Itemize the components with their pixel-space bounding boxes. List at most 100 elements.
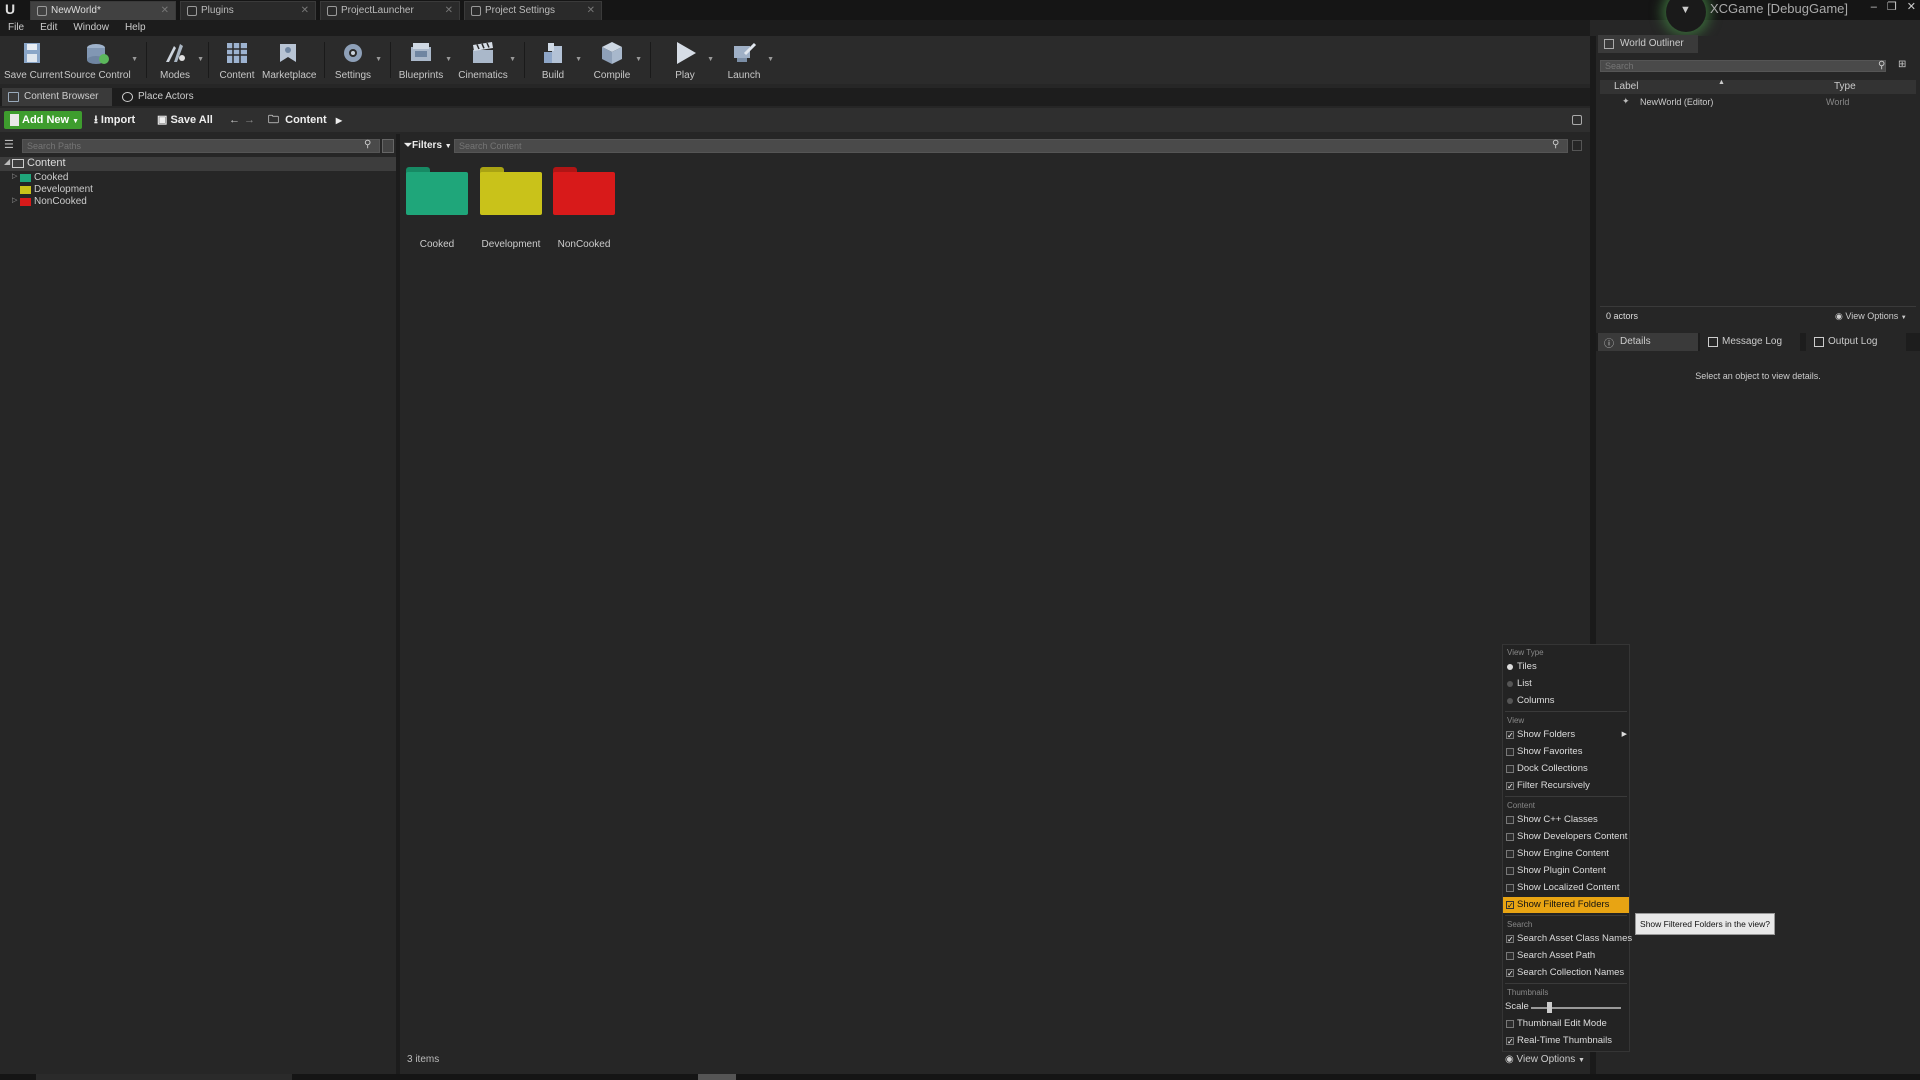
- chevron-down-icon[interactable]: ▼: [375, 56, 382, 63]
- source-control-button[interactable]: Source Control ▼: [64, 36, 138, 84]
- column-type[interactable]: Type: [1834, 81, 1856, 92]
- outliner-view-options-button[interactable]: ◉ View Options ▼: [1835, 311, 1907, 322]
- menu-item-show-localized-content[interactable]: Show Localized Content: [1503, 880, 1629, 896]
- menu-item-show-folders[interactable]: ✓ Show Folders ▶: [1503, 727, 1629, 743]
- collapse-arrow-icon[interactable]: ◢: [4, 157, 10, 166]
- tab-plugins[interactable]: Plugins ✕: [180, 1, 316, 20]
- scale-slider-handle[interactable]: [1547, 1002, 1552, 1013]
- minimize-icon[interactable]: –: [1871, 0, 1877, 14]
- content-icon: [227, 43, 247, 63]
- menu-item-show-engine-content[interactable]: Show Engine Content: [1503, 846, 1629, 862]
- chevron-down-icon[interactable]: ▼: [575, 56, 582, 63]
- tree-item-cooked[interactable]: ▷ Cooked: [0, 172, 396, 184]
- menu-item-tiles[interactable]: Tiles: [1503, 659, 1629, 675]
- menu-item-columns[interactable]: Columns: [1503, 693, 1629, 709]
- save-all-button[interactable]: ▣ Save All: [157, 111, 213, 129]
- source-control-status-icon[interactable]: ▼: [1666, 0, 1706, 32]
- content-button[interactable]: Content: [216, 36, 258, 84]
- scroll-handle[interactable]: [698, 1074, 736, 1080]
- sort-up-icon[interactable]: ▲: [1718, 79, 1725, 86]
- save-search-icon[interactable]: [1572, 140, 1582, 151]
- menu-item-dock-collections[interactable]: Dock Collections: [1503, 761, 1629, 777]
- tab-newworld[interactable]: NewWorld* ✕: [30, 1, 176, 20]
- expand-arrow-icon[interactable]: ▷: [12, 196, 17, 204]
- search-paths-input[interactable]: [22, 139, 380, 153]
- tab-world-outliner[interactable]: World Outliner: [1598, 35, 1698, 53]
- chevron-right-icon[interactable]: ▶: [336, 116, 342, 125]
- settings-button[interactable]: Settings ▼: [332, 36, 382, 84]
- chevron-down-icon[interactable]: ▼: [767, 56, 774, 63]
- build-button[interactable]: Build ▼: [532, 36, 582, 84]
- tab-details[interactable]: ⓘ Details: [1598, 333, 1698, 351]
- tab-message-log[interactable]: Message Log: [1700, 333, 1800, 351]
- chevron-down-icon[interactable]: ▼: [131, 56, 138, 63]
- tree-item-noncooked[interactable]: ▷ NonCooked: [0, 196, 396, 208]
- menu-item-show-plugin-content[interactable]: Show Plugin Content: [1503, 863, 1629, 879]
- chevron-down-icon[interactable]: ▼: [707, 56, 714, 63]
- menu-file[interactable]: File: [0, 20, 32, 36]
- chevron-down-icon[interactable]: ▼: [197, 56, 204, 63]
- menu-window[interactable]: Window: [65, 20, 117, 36]
- chevron-down-icon: ▼: [1900, 315, 1907, 321]
- unreal-logo-icon[interactable]: U: [2, 1, 18, 17]
- close-icon[interactable]: ✕: [445, 2, 453, 20]
- menu-item-thumbnail-edit-mode[interactable]: Thumbnail Edit Mode: [1503, 1016, 1629, 1032]
- collapse-sources-icon[interactable]: ☰: [4, 138, 18, 152]
- tree-item-content[interactable]: ◢ Content: [0, 157, 396, 171]
- tab-projectlauncher[interactable]: ProjectLauncher ✕: [320, 1, 460, 20]
- folder-tile-noncooked[interactable]: [553, 167, 615, 215]
- menu-item-list[interactable]: List: [1503, 676, 1629, 692]
- menu-item-show-favorites[interactable]: Show Favorites: [1503, 744, 1629, 760]
- menu-item-show-filtered-folders[interactable]: ✓ Show Filtered Folders: [1503, 897, 1629, 913]
- tab-content-browser[interactable]: Content Browser: [2, 88, 112, 106]
- menu-item-show-cpp-classes[interactable]: Show C++ Classes: [1503, 812, 1629, 828]
- tab-place-actors[interactable]: Place Actors: [116, 88, 226, 106]
- menu-item-filter-recursively[interactable]: ✓ Filter Recursively: [1503, 778, 1629, 794]
- tab-project-settings[interactable]: Project Settings ✕: [464, 1, 602, 20]
- chevron-down-icon[interactable]: ▼: [509, 56, 516, 63]
- cinematics-button[interactable]: Cinematics ▼: [458, 36, 516, 84]
- scale-slider[interactable]: [1531, 1007, 1621, 1009]
- chevron-down-icon[interactable]: ▼: [445, 56, 452, 63]
- close-icon[interactable]: ✕: [161, 2, 169, 20]
- search-content-input[interactable]: [454, 139, 1568, 153]
- blueprints-button[interactable]: Blueprints ▼: [398, 36, 452, 84]
- close-window-icon[interactable]: ✕: [1907, 0, 1916, 14]
- modes-button[interactable]: Modes ▼: [154, 36, 204, 84]
- menu-edit[interactable]: Edit: [32, 20, 65, 36]
- tab-output-log[interactable]: Output Log: [1806, 333, 1906, 351]
- close-icon[interactable]: ✕: [587, 2, 595, 20]
- marketplace-button[interactable]: Marketplace: [262, 36, 316, 84]
- menu-item-search-asset-path[interactable]: Search Asset Path: [1503, 948, 1629, 964]
- outliner-search-input[interactable]: [1600, 60, 1886, 72]
- chevron-down-icon[interactable]: ▼: [635, 56, 642, 63]
- menu-item-real-time-thumbnails[interactable]: ✓ Real-Time Thumbnails: [1503, 1033, 1629, 1049]
- menu-help[interactable]: Help: [117, 20, 154, 36]
- folder-tile-cooked[interactable]: [406, 167, 468, 215]
- breadcrumb[interactable]: 🗀 Content ▶: [268, 111, 342, 129]
- view-options-button[interactable]: ◉ View Options ▼: [1505, 1054, 1585, 1065]
- expand-arrow-icon[interactable]: ▷: [12, 172, 17, 180]
- sources-options-icon[interactable]: [382, 139, 394, 153]
- back-arrow-icon[interactable]: ←: [229, 111, 240, 129]
- menu-item-show-developers-content[interactable]: Show Developers Content: [1503, 829, 1629, 845]
- menu-item-search-asset-class-names[interactable]: ✓ Search Asset Class Names: [1503, 931, 1632, 947]
- column-label[interactable]: Label: [1614, 81, 1638, 92]
- restore-icon[interactable]: ❐: [1887, 0, 1897, 14]
- import-button[interactable]: ⭳ Import: [94, 111, 135, 129]
- compile-button[interactable]: Compile ▼: [590, 36, 642, 84]
- menu-item-search-collection-names[interactable]: ✓ Search Collection Names: [1503, 965, 1629, 981]
- tree-item-development[interactable]: Development: [0, 184, 396, 196]
- folder-tile-development[interactable]: [480, 167, 542, 215]
- outliner-row[interactable]: ✦ NewWorld (Editor) World: [1600, 96, 1916, 109]
- content-browser-toolbar: Add New ▼ ⭳ Import ▣ Save All ← → 🗀 Cont…: [0, 108, 1590, 132]
- filters-button[interactable]: ⏷Filters ▼: [404, 139, 452, 153]
- save-current-button[interactable]: Save Current: [4, 36, 63, 84]
- play-button[interactable]: Play ▼: [664, 36, 714, 84]
- forward-arrow-icon[interactable]: →: [244, 111, 255, 129]
- add-new-button[interactable]: Add New ▼: [4, 111, 82, 129]
- launch-button[interactable]: Launch ▼: [722, 36, 774, 84]
- close-icon[interactable]: ✕: [301, 2, 309, 20]
- create-folder-icon[interactable]: ⊞: [1898, 59, 1906, 70]
- lock-icon[interactable]: [1572, 115, 1582, 125]
